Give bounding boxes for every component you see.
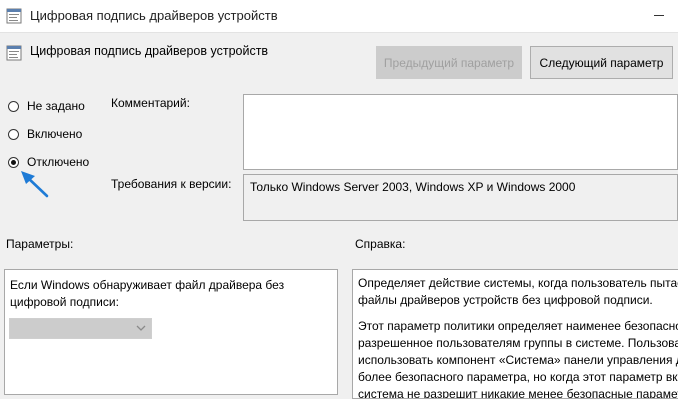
policy-icon xyxy=(6,8,22,24)
radio-label: Не задано xyxy=(27,99,85,113)
help-text-line: файлы драйверов устройств без цифровой п… xyxy=(358,293,653,307)
radio-circle[interactable] xyxy=(8,129,19,140)
help-text-line: разрешенное пользователям группы в систе… xyxy=(358,336,678,350)
help-text-line: более безопасного параметра, но когда эт… xyxy=(358,370,678,384)
comment-label: Комментарий: xyxy=(111,96,190,110)
radio-circle[interactable] xyxy=(8,157,19,168)
minimize-icon xyxy=(654,15,664,16)
radio-circle[interactable] xyxy=(8,101,19,112)
help-text-line: использовать компонент «Система» панели … xyxy=(358,353,678,367)
options-description-line: Если Windows обнаруживает файл драйвера … xyxy=(10,278,285,292)
help-text-line: Определяет действие системы, когда польз… xyxy=(358,276,678,290)
radio-selected-dot xyxy=(11,160,16,165)
driver-action-dropdown[interactable] xyxy=(9,318,152,339)
radio-label: Включено xyxy=(27,127,83,141)
help-header: Справка: xyxy=(355,237,406,251)
options-description: Если Windows обнаруживает файл драйвера … xyxy=(10,277,330,311)
help-text-line: система не разрешит никакие менее безопа… xyxy=(358,387,678,399)
minimize-button[interactable] xyxy=(638,0,678,32)
policy-header-icon xyxy=(6,45,22,61)
supported-on-label: Требования к версии: xyxy=(111,177,232,191)
supported-on-value: Только Windows Server 2003, Windows XP и… xyxy=(250,180,576,194)
annotation-arrow-icon xyxy=(21,171,49,198)
comment-input[interactable] xyxy=(243,94,678,170)
help-pane: Определяет действие системы, когда польз… xyxy=(352,269,678,399)
options-header: Параметры: xyxy=(6,237,74,251)
window-title: Цифровая подпись драйверов устройств xyxy=(30,8,278,23)
title-bar: Цифровая подпись драйверов устройств xyxy=(0,0,678,33)
chevron-down-icon xyxy=(136,325,146,331)
radio-label: Отключено xyxy=(27,155,90,169)
options-description-line: цифровой подписи: xyxy=(10,295,119,309)
options-pane: Если Windows обнаруживает файл драйвера … xyxy=(4,269,338,395)
policy-title: Цифровая подпись драйверов устройств xyxy=(30,44,269,58)
next-setting-button[interactable]: Следующий параметр xyxy=(530,46,673,79)
previous-setting-button[interactable]: Предыдущий параметр xyxy=(376,46,522,79)
help-text-line: Этот параметр политики определяет наимен… xyxy=(358,319,678,333)
supported-on-field: Только Windows Server 2003, Windows XP и… xyxy=(243,174,678,221)
